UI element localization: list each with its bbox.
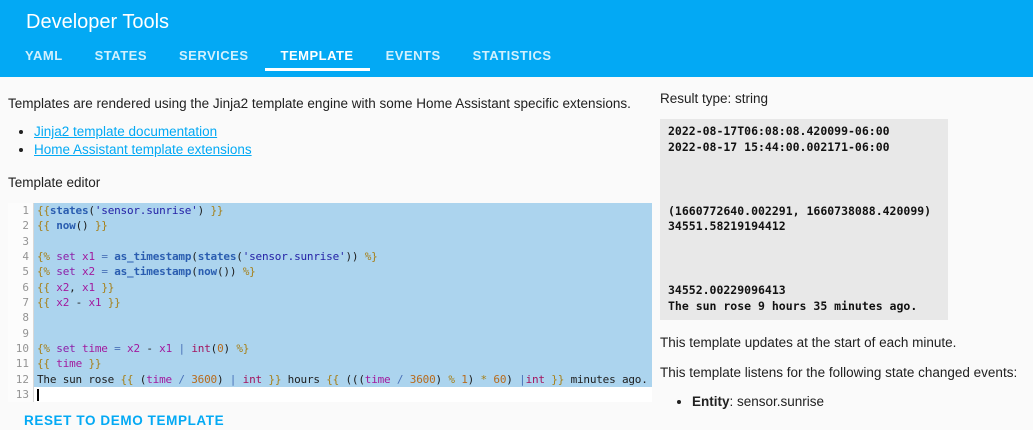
tab-statistics[interactable]: STATISTICS [457,40,568,71]
line-number: 10 [15,342,29,356]
code-line-5[interactable]: {% set x2 = as_timestamp(now()) %} [34,264,652,280]
link-jinja2-docs[interactable]: Jinja2 template documentation [34,124,217,139]
template-editor-label: Template editor [8,175,101,190]
tab-bar: YAML STATES SERVICES TEMPLATE EVENTS STATISTI… [0,40,1033,71]
template-panel: Templates are rendered using the Jinja2 … [8,77,652,430]
update-info: This template updates at the start of ea… [660,334,957,350]
line-number: 9 [22,326,29,340]
line-number: 13 [15,388,29,402]
code-line-12[interactable]: The sun rose {{ (time / 3600) | int }} h… [34,371,652,388]
app-header: Developer Tools YAML STATES SERVICES TEMPLA… [0,0,1033,77]
entity-list-item: Entity: sensor.sunrise [692,394,1025,409]
code-area[interactable]: {{states('sensor.sunrise') }}{{ now() }}… [34,203,652,402]
line-number: 4 [22,250,29,264]
code-line-4[interactable]: {% set x1 = as_timestamp(states('sensor.… [34,249,652,265]
template-editor[interactable]: 1 2 3 4 5 6 7 8 9 10 11 12 13 {{states('sensor.sunri… [8,203,652,403]
text-cursor [37,389,39,402]
entity-list: Entity: sensor.sunrise [660,394,1025,409]
entity-label: Entity [692,393,730,409]
result-panel: Result type: string 2022-08-17T06:08:08.… [652,77,1025,430]
result-type-label: Result type: string [660,91,769,106]
line-number: 5 [22,265,29,279]
tab-services[interactable]: SERVICES [163,40,265,71]
code-line-6[interactable]: {{ x2, x1 }} [34,279,652,296]
list-item: Home Assistant template extensions [34,142,652,157]
reset-demo-template-button[interactable]: RESET TO DEMO TEMPLATE [24,413,224,428]
line-number: 1 [22,204,29,217]
developer-tools-page: Developer Tools YAML STATES SERVICES TEMPLA… [0,0,1033,430]
code-line-11[interactable]: {{ time }} [34,356,652,372]
content: Templates are rendered using the Jinja2 … [0,77,1033,430]
code-line-3[interactable] [34,233,652,250]
code-line-9[interactable] [34,325,652,342]
line-number: 7 [22,296,29,310]
code-line-7[interactable]: {{ x2 - x1 }} [34,295,652,311]
tab-template[interactable]: TEMPLATE [264,40,370,71]
code-line-8[interactable] [34,310,652,326]
line-number: 3 [22,234,29,248]
tab-yaml[interactable]: YAML [9,40,79,71]
code-line-13[interactable] [34,387,652,402]
line-number: 12 [15,372,29,386]
code-line-10[interactable]: {% set time = x2 - x1 | int(0) %} [34,341,652,357]
code-line-1[interactable]: {{states('sensor.sunrise') }} [34,203,652,219]
intro-text: Templates are rendered using the Jinja2 … [8,96,631,111]
list-item: Jinja2 template documentation [34,124,652,139]
doc-links: Jinja2 template documentation Home Assis… [8,124,652,157]
page-title: Developer Tools [26,11,170,33]
code-line-2[interactable]: {{ now() }} [34,218,652,234]
line-number-gutter: 1 2 3 4 5 6 7 8 9 10 11 12 13 [8,203,34,403]
result-output: 2022-08-17T06:08:08.420099-06:00 2022-08… [660,119,948,320]
line-number: 6 [22,280,29,294]
tab-events[interactable]: EVENTS [370,40,457,71]
entity-value: : sensor.sunrise [729,393,825,409]
line-number: 11 [15,357,29,371]
listen-info: This template listens for the following … [660,364,1018,380]
line-number: 8 [22,311,29,325]
link-ha-template-extensions[interactable]: Home Assistant template extensions [34,142,252,157]
line-number: 2 [22,219,29,233]
tab-states[interactable]: STATES [79,40,163,71]
